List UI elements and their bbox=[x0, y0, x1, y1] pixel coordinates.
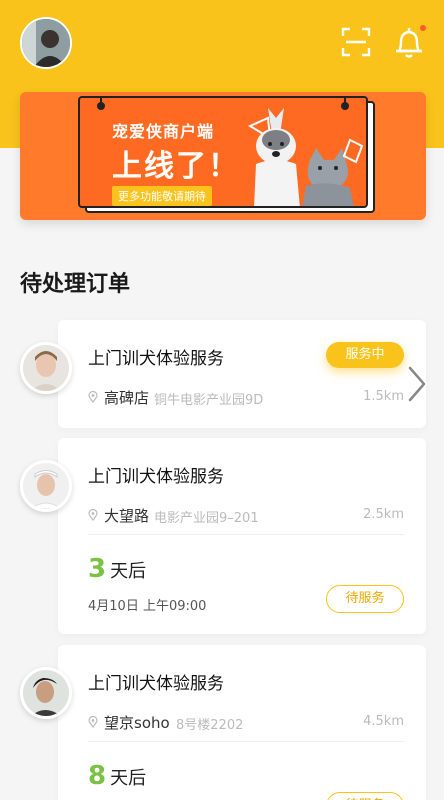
pending-service-button[interactable]: 待服务 bbox=[326, 792, 404, 800]
bell-icon[interactable] bbox=[393, 24, 427, 60]
customer-avatar bbox=[20, 460, 72, 512]
order-title: 上门训犬体验服务 bbox=[88, 467, 224, 487]
days-until: 3 天后 bbox=[88, 554, 146, 584]
avatar-image bbox=[23, 345, 69, 391]
notification-dot bbox=[420, 25, 426, 31]
pending-service-button[interactable]: 待服务 bbox=[326, 585, 404, 613]
banner-tagline: 更多功能敬请期待 bbox=[112, 186, 212, 206]
user-avatar[interactable] bbox=[20, 17, 72, 69]
divider bbox=[88, 741, 404, 742]
order-card[interactable]: 上门训犬体验服务 大望路 电影产业园9–201 2.5km 3 天后 4月10日 … bbox=[58, 438, 426, 634]
order-title: 上门训犬体验服务 bbox=[88, 349, 224, 369]
pending-orders-title: 待处理订单 bbox=[20, 272, 131, 297]
pets-illustration bbox=[247, 108, 364, 206]
days-unit: 天后 bbox=[110, 768, 147, 789]
in-service-button[interactable]: 服务中 bbox=[326, 342, 404, 368]
location-pin-icon bbox=[88, 716, 98, 728]
divider bbox=[88, 534, 404, 535]
days-until: 8 天后 bbox=[88, 761, 146, 791]
banner-title: 上线了！ bbox=[112, 149, 240, 184]
customer-avatar bbox=[20, 667, 72, 719]
pin-icon bbox=[97, 98, 105, 110]
store-address: 铜牛电影产业园9D bbox=[154, 393, 264, 408]
store-name: 高碑店 bbox=[104, 389, 150, 407]
scan-icon[interactable] bbox=[341, 27, 371, 57]
order-card[interactable]: 上门训犬体验服务 望京soho 8号楼2202 4.5km 8天后 待服务 bbox=[58, 645, 426, 800]
avatar-image bbox=[22, 19, 70, 67]
days-number: 3 bbox=[88, 554, 107, 584]
distance: 1.5km bbox=[363, 389, 404, 404]
avatar-image bbox=[23, 670, 69, 716]
service-datetime: 4月10日 上午09:00 bbox=[88, 599, 207, 614]
avatar-image bbox=[23, 463, 69, 509]
banner-subtitle: 宠爱侠商户端 bbox=[112, 122, 215, 141]
days-unit: 天后 bbox=[110, 561, 147, 582]
store-address: 电影产业园9–201 bbox=[154, 511, 259, 526]
location-pin-icon bbox=[88, 509, 98, 521]
banner-board: 宠爱侠商户端 上线了！ 更多功能敬请期待 bbox=[78, 96, 368, 208]
store-name: 大望路 bbox=[104, 507, 150, 525]
customer-avatar bbox=[20, 342, 72, 394]
store-name: 望京soho bbox=[104, 714, 170, 732]
chevron-right-icon[interactable] bbox=[404, 364, 430, 404]
order-card[interactable]: 上门训犬体验服务 服务中 高碑店 铜牛电影产业园9D 1.5km bbox=[58, 320, 426, 428]
distance: 2.5km bbox=[363, 507, 404, 522]
store-address: 8号楼2202 bbox=[176, 718, 244, 733]
location-pin-icon bbox=[88, 391, 98, 403]
distance: 4.5km bbox=[363, 714, 404, 729]
days-number: 8 bbox=[88, 761, 107, 791]
promo-banner[interactable]: 宠爱侠商户端 上线了！ 更多功能敬请期待 bbox=[20, 92, 426, 220]
order-title: 上门训犬体验服务 bbox=[88, 674, 224, 694]
